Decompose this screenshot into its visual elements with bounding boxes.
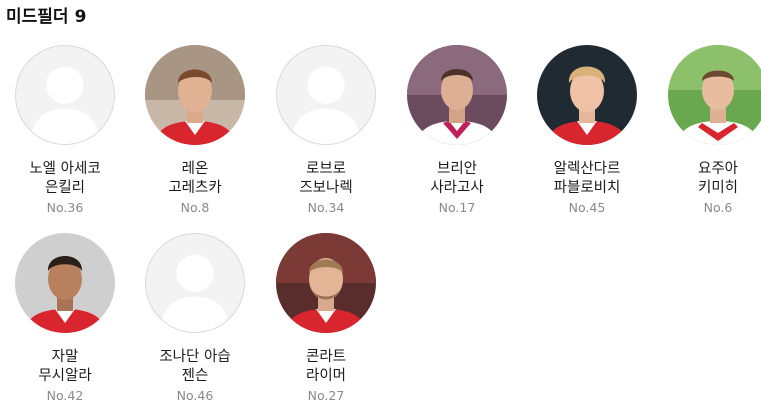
section-heading: 미드필더 9 [6,2,86,27]
player-photo [145,45,245,145]
player-name: 알렉산다르 파블로비치 [553,161,621,196]
placeholder-avatar-icon [15,45,115,145]
player-name: 요주아 키미히 [697,161,739,196]
player-grid: 노엘 아세코 은킬리 No.36 레온 고레츠카 No.8 로브로 즈보나렉 N… [0,40,761,414]
player-name: 콘라트 라이머 [305,349,347,384]
player-number: No.45 [568,200,606,215]
player-name: 조나단 아습 젠슨 [159,349,231,384]
player-card[interactable]: 자말 무시알라 No.42 [0,228,130,418]
player-photo [15,233,115,333]
section-title: 미드필더 [6,7,69,27]
player-number: No.6 [703,200,733,215]
player-photo [537,45,637,145]
player-photo [407,45,507,145]
player-card[interactable]: 조나단 아습 젠슨 No.46 [130,228,260,418]
player-number: No.27 [307,388,345,403]
placeholder-avatar-icon [276,45,376,145]
player-card[interactable]: 브리안 사라고사 No.17 [392,40,522,230]
player-name: 브리안 사라고사 [430,161,484,196]
player-name: 노엘 아세코 은킬리 [29,161,101,196]
player-card[interactable]: 알렉산다르 파블로비치 No.45 [522,40,652,230]
player-card[interactable]: 콘라트 라이머 No.27 [261,228,391,418]
player-number: No.46 [176,388,214,403]
player-name: 로브로 즈보나렉 [299,161,353,196]
player-photo [668,45,761,145]
player-card[interactable]: 노엘 아세코 은킬리 No.36 [0,40,130,230]
placeholder-avatar-icon [145,233,245,333]
player-card[interactable]: 요주아 키미히 No.6 [653,40,761,230]
player-number: No.17 [438,200,476,215]
player-number: No.42 [46,388,84,403]
player-photo [276,233,376,333]
player-number: No.8 [180,200,210,215]
player-number: No.36 [46,200,84,215]
player-name: 레온 고레츠카 [168,161,222,196]
player-card[interactable]: 레온 고레츠카 No.8 [130,40,260,230]
section-count: 9 [74,7,87,27]
player-card[interactable]: 로브로 즈보나렉 No.34 [261,40,391,230]
player-number: No.34 [307,200,345,215]
player-name: 자말 무시알라 [38,349,92,384]
